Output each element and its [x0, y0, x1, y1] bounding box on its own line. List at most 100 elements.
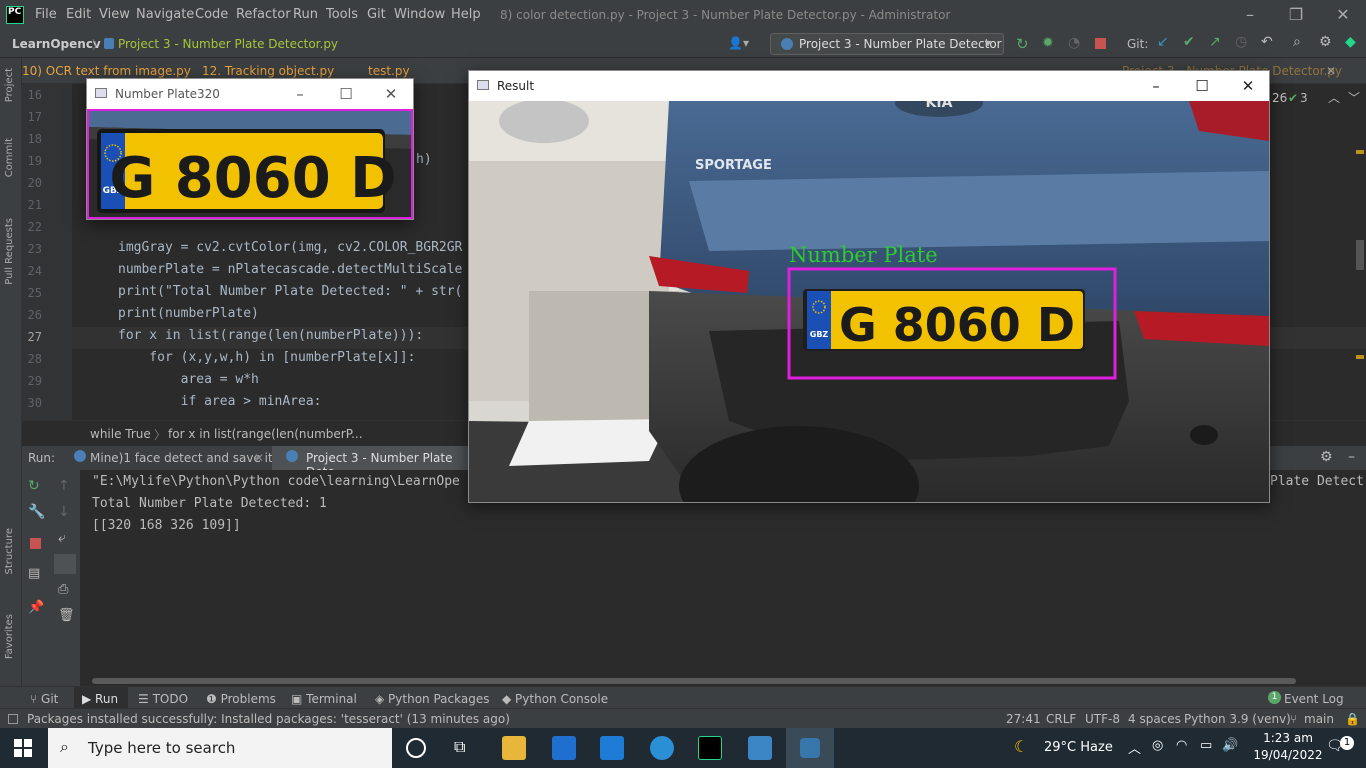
restore-icon[interactable]: ❐ — [1281, 4, 1311, 26]
result-title-bar[interactable]: Result – ☐ ✕ — [469, 71, 1269, 101]
weather-moon-icon[interactable]: ☾ — [1014, 737, 1028, 756]
pull-requests-tool-button[interactable]: Pull Requests — [4, 218, 15, 285]
menu-code[interactable]: Code — [195, 7, 228, 22]
rerun-icon[interactable]: ↻ — [1016, 35, 1029, 53]
tool-tab-terminal[interactable]: ▣ Terminal — [291, 692, 357, 706]
run-tab-face-detect[interactable]: Mine)1 face detect and save it — [90, 451, 273, 465]
code-line[interactable]: if area > minArea: — [118, 394, 322, 409]
git-commit-icon[interactable]: ✔ — [1183, 34, 1195, 50]
breadcrumb-file[interactable]: Project 3 - Number Plate Detector.py — [118, 37, 338, 51]
windows-start-icon[interactable] — [14, 739, 32, 757]
code-line[interactable]: for x in list(range(len(numberPlate))): — [118, 328, 423, 343]
battery-icon[interactable]: ▭ — [1200, 738, 1212, 753]
tab-tracking[interactable]: 12. Tracking object.py — [202, 64, 334, 78]
tool-tab-todo[interactable]: ☰ TODO — [138, 692, 188, 706]
chevron-down-icon[interactable]: ﹀ — [1348, 89, 1360, 106]
tool-tab-git[interactable]: ⑂ Git — [30, 692, 58, 706]
pin-icon[interactable]: 📌 — [28, 600, 44, 615]
structure-tool-button[interactable]: Structure — [4, 528, 15, 575]
menu-edit[interactable]: Edit — [66, 7, 91, 22]
coverage-icon[interactable]: ◔ — [1068, 35, 1080, 51]
favorites-tool-button[interactable]: Favorites — [4, 614, 15, 659]
number-plate-window[interactable]: Number Plate320 – ☐ ✕ GBZ G 8060 D — [86, 78, 414, 220]
search-icon[interactable]: ⌕ — [1293, 34, 1301, 50]
git-push-icon[interactable]: ↗ — [1209, 34, 1221, 50]
menu-tools[interactable]: Tools — [326, 7, 358, 22]
down-icon[interactable]: ↓ — [58, 504, 70, 520]
menu-view[interactable]: View — [99, 7, 130, 22]
tab-test[interactable]: test.py — [368, 64, 410, 78]
python-interpreter[interactable]: Python 3.9 (venv) — [1184, 712, 1291, 726]
scroll-to-end-icon[interactable] — [54, 554, 76, 574]
tool-tab-problems[interactable]: ❶ Problems — [206, 692, 276, 706]
maximize-icon[interactable]: ☐ — [1179, 71, 1225, 101]
menu-refactor[interactable]: Refactor — [236, 7, 291, 22]
inspection-warnings[interactable]: 26 — [1272, 91, 1287, 105]
editor-scrollbar[interactable] — [1356, 240, 1364, 270]
menu-navigate[interactable]: Navigate — [136, 7, 194, 22]
number-plate-title-bar[interactable]: Number Plate320 – ☐ ✕ — [87, 79, 413, 109]
pycharm-taskbar-icon[interactable] — [698, 736, 722, 760]
tool-tab-event-log[interactable]: Event Log — [1284, 692, 1344, 706]
run-tab-active[interactable]: Project 3 - Number Plate Dete — [272, 446, 468, 479]
file-encoding[interactable]: UTF-8 — [1085, 712, 1120, 726]
wrench-icon[interactable]: 🔧 — [28, 504, 45, 520]
breadcrumb-while[interactable]: while True — [90, 427, 151, 441]
task-view-icon[interactable]: ⧉ — [454, 737, 465, 757]
mail-icon[interactable] — [600, 736, 624, 760]
menu-window[interactable]: Window — [394, 7, 445, 22]
tool-tab-python-console[interactable]: ◆ Python Console — [502, 692, 608, 706]
user-icon[interactable]: 👤▾ — [728, 36, 749, 50]
stop-icon[interactable] — [1095, 38, 1106, 49]
debug-icon[interactable]: ✹ — [1042, 35, 1054, 51]
weather-text[interactable]: 29°C Haze — [1044, 740, 1113, 755]
meet-icon[interactable]: ◎ — [1152, 738, 1163, 753]
close-icon[interactable]: ✕ — [1328, 4, 1358, 26]
clock-time[interactable]: 1:23 am — [1258, 731, 1318, 745]
code-line[interactable]: numberPlate = nPlatecascade.detectMultiS… — [118, 262, 462, 277]
code-line[interactable]: area = w*h — [118, 372, 259, 387]
run-config-select[interactable]: Project 3 - Number Plate Detector ▾ — [770, 33, 1004, 55]
gear-icon[interactable]: ⚙ — [1319, 34, 1332, 50]
breadcrumb-project[interactable]: LearnOpencv — [12, 37, 101, 51]
layout-toggle-icon[interactable] — [8, 714, 18, 724]
taskbar-search[interactable]: ⌕ Type here to search — [48, 728, 392, 768]
store-icon[interactable] — [552, 736, 576, 760]
project-tool-button[interactable]: Project — [4, 68, 15, 102]
photos-icon[interactable] — [748, 736, 772, 760]
clock-date[interactable]: 19/04/2022 — [1250, 748, 1326, 762]
minimize-icon[interactable]: – — [277, 79, 323, 109]
tool-tab-run[interactable]: ▶ Run — [82, 692, 118, 706]
history-icon[interactable]: ◷ — [1235, 34, 1247, 50]
status-message[interactable]: Packages installed successfully: Install… — [27, 712, 510, 726]
code-line[interactable]: print(numberPlate) — [118, 306, 259, 321]
git-branch[interactable]: main — [1304, 712, 1334, 726]
close-icon[interactable]: ✕ — [368, 79, 414, 109]
console-hscrollbar[interactable] — [92, 678, 1296, 684]
tab-ocr[interactable]: 10) OCR text from image.py — [22, 64, 191, 78]
breadcrumb-for[interactable]: for x in list(range(len(numberP... — [168, 427, 363, 441]
tab-close-icon[interactable]: ✕ — [1326, 64, 1336, 78]
cortana-icon[interactable] — [406, 738, 426, 758]
inspection-ok[interactable]: 3 — [1300, 91, 1308, 105]
jetbrains-icon[interactable]: ◆ — [1345, 34, 1356, 50]
code-line[interactable]: print("Total Number Plate Detected: " + … — [118, 284, 462, 299]
edge-icon[interactable] — [650, 736, 674, 760]
indent-setting[interactable]: 4 spaces — [1128, 712, 1181, 726]
up-icon[interactable]: ↑ — [58, 478, 70, 494]
code-line[interactable]: h) — [416, 152, 432, 167]
wifi-icon[interactable]: ◠ — [1176, 738, 1187, 753]
lock-icon[interactable]: 🔒 — [1345, 712, 1360, 726]
warning-marker[interactable] — [1356, 355, 1364, 359]
pycharm-logo-icon[interactable]: PC — [6, 6, 24, 24]
rerun-icon[interactable]: ↻ — [28, 478, 40, 494]
rollback-icon[interactable]: ↶ — [1261, 34, 1273, 50]
close-icon[interactable]: ✕ — [1225, 71, 1271, 101]
volume-icon[interactable]: 🔊 — [1222, 738, 1238, 753]
tool-tab-python-packages[interactable]: ◈ Python Packages — [375, 692, 489, 706]
minimize-icon[interactable]: – — [1133, 71, 1179, 101]
menu-run[interactable]: Run — [293, 7, 318, 22]
cursor-position[interactable]: 27:41 — [1006, 712, 1041, 726]
soft-wrap-icon[interactable]: ⤶ — [58, 530, 66, 546]
file-explorer-icon[interactable] — [502, 736, 526, 760]
